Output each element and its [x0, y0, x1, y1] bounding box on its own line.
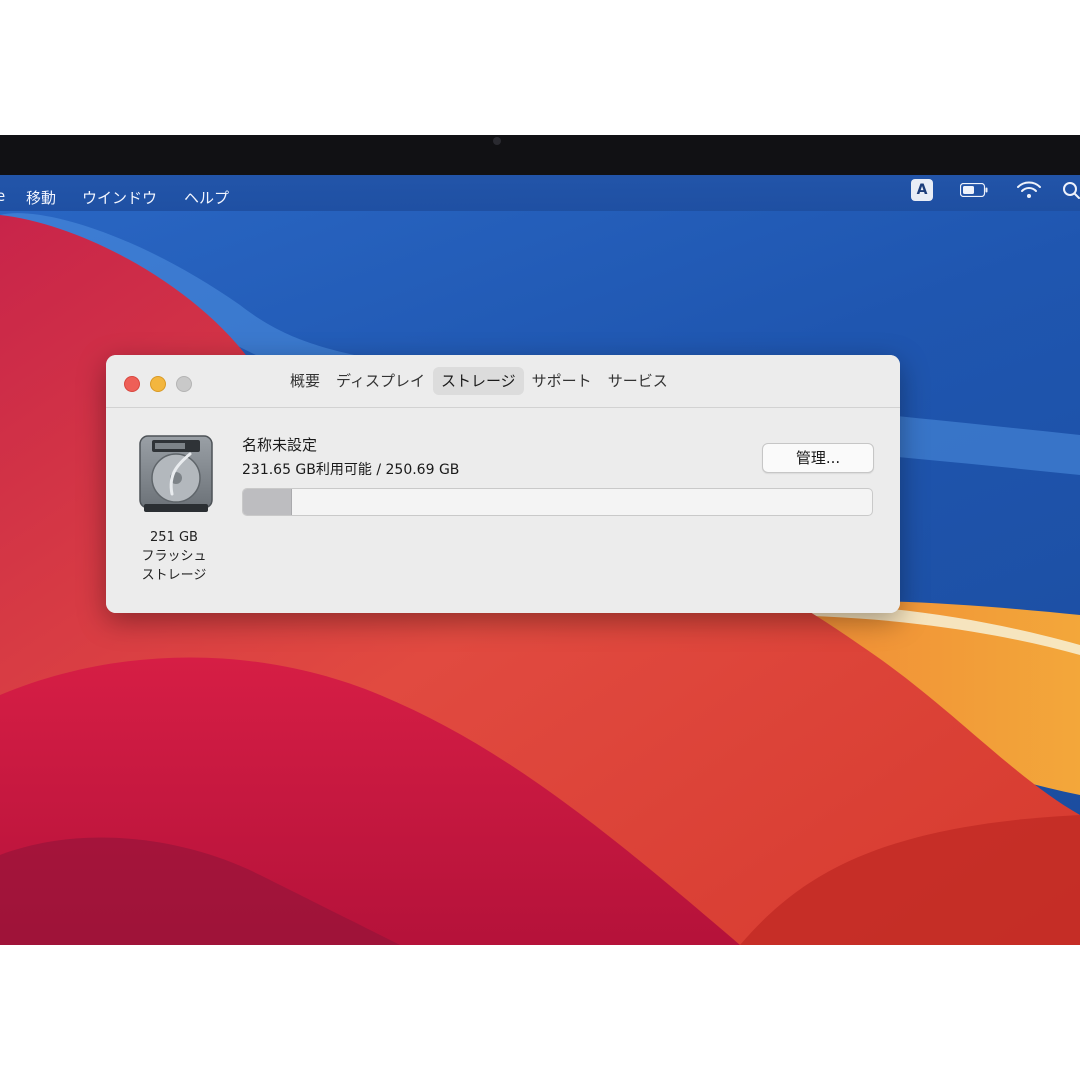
- tab-support[interactable]: サポート: [524, 367, 600, 395]
- menu-item-edge: e: [0, 187, 6, 205]
- tab-bar: 概要 ディスプレイ ストレージ サポート サービス: [282, 367, 676, 395]
- drive-size: 251 GB: [150, 530, 198, 545]
- about-this-mac-window: 概要 ディスプレイ ストレージ サポート サービス 251 GB フラッシュ ス…: [106, 355, 900, 613]
- drive-description: 251 GB フラッシュ ストレージ: [126, 528, 222, 585]
- tab-overview[interactable]: 概要: [282, 367, 328, 395]
- wifi-icon[interactable]: [1016, 180, 1042, 200]
- minimize-button[interactable]: [150, 376, 166, 392]
- drive-type-line2: ストレージ: [141, 568, 207, 583]
- drive-type-line1: フラッシュ: [141, 549, 207, 564]
- tab-displays[interactable]: ディスプレイ: [328, 367, 433, 395]
- menu-item-window[interactable]: ウインドウ: [82, 187, 157, 208]
- search-icon[interactable]: [1062, 181, 1080, 199]
- tab-storage[interactable]: ストレージ: [432, 367, 524, 395]
- manage-button[interactable]: 管理...: [762, 443, 874, 473]
- battery-icon[interactable]: [960, 183, 988, 197]
- storage-panel: 251 GB フラッシュ ストレージ 名称未設定 231.65 GB利用可能 /…: [106, 408, 900, 613]
- storage-usage-bar: [242, 488, 873, 516]
- menu-item-help[interactable]: ヘルプ: [184, 187, 229, 208]
- close-button[interactable]: [124, 376, 140, 392]
- tab-service[interactable]: サービス: [600, 367, 676, 395]
- hard-drive-icon: [139, 435, 213, 512]
- volume-capacity: 231.65 GB利用可能 / 250.69 GB: [242, 462, 460, 478]
- zoom-button[interactable]: [176, 376, 192, 392]
- volume-name: 名称未設定: [242, 436, 318, 454]
- camera-icon: [493, 137, 501, 145]
- menu-item-go[interactable]: 移動: [26, 187, 56, 208]
- input-source-indicator[interactable]: A: [911, 179, 933, 201]
- storage-used-segment: [243, 489, 292, 515]
- window-titlebar: 概要 ディスプレイ ストレージ サポート サービス: [106, 355, 900, 408]
